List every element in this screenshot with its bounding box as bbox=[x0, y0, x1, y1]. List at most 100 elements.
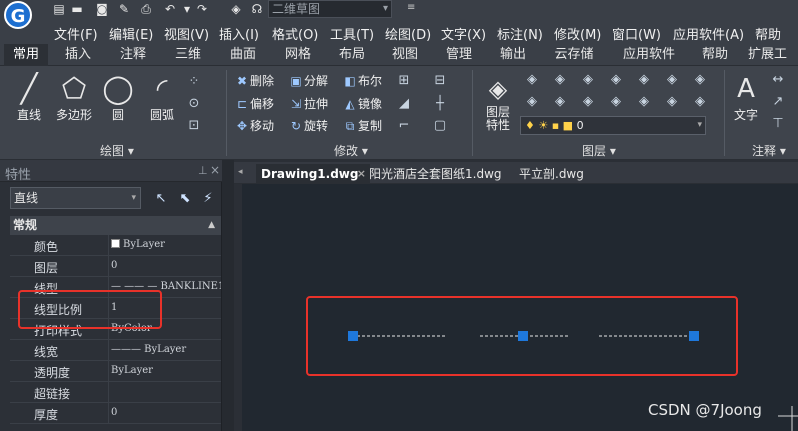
ellipse-icon[interactable]: ⊙ bbox=[186, 96, 202, 112]
tab-common[interactable]: 常用 bbox=[4, 44, 48, 66]
layer-select[interactable]: ♦ ☀ ▪ ■ 0 ▾ bbox=[520, 116, 706, 135]
leader-icon[interactable]: ↗ bbox=[770, 94, 786, 110]
copy-button[interactable]: ⧉ 复制 bbox=[342, 116, 382, 136]
section-general[interactable]: 常规 ▲ bbox=[10, 216, 221, 235]
tab-annotate[interactable]: 注释 bbox=[111, 44, 155, 66]
tab-insert[interactable]: 插入 bbox=[56, 44, 100, 66]
drawing-canvas[interactable] bbox=[242, 184, 798, 431]
line-tool-button[interactable]: ╱ 直线 bbox=[10, 72, 48, 123]
layer-off-icon[interactable]: ◈ bbox=[580, 72, 596, 88]
tab-3d[interactable]: 三维 bbox=[166, 44, 210, 66]
property-value[interactable]: ByColor bbox=[108, 319, 221, 339]
doc-tab-drawing1[interactable]: Drawing1.dwg × bbox=[256, 164, 370, 184]
mirror-button[interactable]: ◭ 镜像 bbox=[342, 94, 382, 114]
layer-properties-button[interactable]: ◈ 图层特性 bbox=[478, 72, 518, 132]
menu-dimension[interactable]: 标注(N) bbox=[497, 24, 543, 43]
property-row-transparency[interactable]: 透明度 ByLayer bbox=[10, 361, 221, 382]
rotate-button[interactable]: ↻ 旋转 bbox=[288, 116, 328, 136]
scale-icon[interactable]: ⊟ bbox=[432, 73, 448, 89]
fillet-icon[interactable]: ◢ bbox=[396, 96, 412, 112]
redo-icon[interactable]: ↷ bbox=[195, 2, 209, 16]
print-icon[interactable]: ⎙ bbox=[139, 2, 153, 16]
circle-tool-button[interactable]: ◯ 圆 bbox=[100, 72, 136, 123]
tab-mesh[interactable]: 网格 bbox=[276, 44, 320, 66]
grip-midpoint[interactable] bbox=[518, 331, 528, 341]
property-value[interactable]: ByLayer bbox=[108, 235, 221, 255]
grip-end[interactable] bbox=[689, 331, 699, 341]
layer-match-icon[interactable]: ◈ bbox=[664, 72, 680, 88]
annotation-panel-title[interactable]: 注释 ▾ bbox=[752, 142, 786, 159]
open-folder-icon[interactable]: ▬ bbox=[70, 2, 84, 16]
text-tool-button[interactable]: A 文字 bbox=[730, 72, 762, 123]
menu-insert[interactable]: 插入(I) bbox=[219, 24, 259, 43]
layer-walk-icon[interactable]: ◈ bbox=[692, 72, 708, 88]
tab-help[interactable]: 帮助 bbox=[693, 44, 737, 66]
layer-lock-icon[interactable]: ◈ bbox=[636, 72, 652, 88]
extend-icon[interactable]: ┼ bbox=[432, 96, 448, 112]
layers-panel-title[interactable]: 图层 ▾ bbox=[582, 142, 616, 159]
property-value[interactable]: — —— — BANKLINE1 bbox=[108, 277, 221, 297]
break-icon[interactable]: ▢ bbox=[432, 118, 448, 134]
toggle-pickadd-icon[interactable]: ↖ bbox=[152, 190, 170, 208]
property-row-linetype-scale[interactable]: 线型比例 1 bbox=[10, 298, 221, 319]
property-value[interactable] bbox=[108, 382, 221, 402]
layer-freeze-icon[interactable]: ◈ bbox=[608, 72, 624, 88]
menu-file[interactable]: 文件(F) bbox=[54, 24, 98, 43]
property-row-thickness[interactable]: 厚度 0 bbox=[10, 403, 221, 424]
property-row-lineweight[interactable]: 线宽 ——— ByLayer bbox=[10, 340, 221, 361]
object-type-select[interactable]: 直线 ▾ bbox=[10, 187, 141, 209]
tab-manage[interactable]: 管理 bbox=[437, 44, 481, 66]
tab-extend[interactable]: 扩展工 bbox=[748, 44, 798, 66]
property-value[interactable]: 0 bbox=[108, 403, 221, 423]
table-icon[interactable]: ⊤ bbox=[770, 116, 786, 132]
menu-modify[interactable]: 修改(M) bbox=[554, 24, 601, 43]
modify-panel-title[interactable]: 修改 ▾ bbox=[334, 142, 368, 159]
doc-tab-elevation[interactable]: 平立剖.dwg bbox=[514, 164, 596, 184]
property-row-hyperlink[interactable]: 超链接 bbox=[10, 382, 221, 403]
offset-button[interactable]: ⊏ 偏移 bbox=[234, 94, 274, 114]
property-row-layer[interactable]: 图层 0 bbox=[10, 256, 221, 277]
tab-output[interactable]: 输出 bbox=[491, 44, 535, 66]
layer-thaw-icon[interactable]: ◈ bbox=[608, 94, 624, 110]
move-button[interactable]: ✥ 移动 bbox=[234, 116, 274, 136]
layer-merge-icon[interactable]: ◈ bbox=[692, 94, 708, 110]
property-value[interactable]: 1 bbox=[108, 298, 221, 318]
layer-state-icon[interactable]: ◈ bbox=[524, 72, 540, 88]
layer-previous-icon[interactable]: ◈ bbox=[524, 94, 540, 110]
property-row-linetype[interactable]: 线型 — —— — BANKLINE1 bbox=[10, 277, 221, 298]
menu-view[interactable]: 视图(V) bbox=[164, 24, 209, 43]
tab-apps[interactable]: 应用软件 bbox=[612, 44, 686, 66]
layer-current-icon[interactable]: ◈ bbox=[664, 94, 680, 110]
dimension-icon[interactable]: ↔ bbox=[770, 72, 786, 88]
save-icon[interactable]: ◙ bbox=[95, 2, 109, 16]
save-as-icon[interactable]: ✎ bbox=[117, 2, 131, 16]
select-objects-icon[interactable]: ⬉ bbox=[176, 190, 194, 208]
palette-splitter[interactable] bbox=[222, 160, 234, 431]
menu-help[interactable]: 帮助 bbox=[755, 24, 781, 43]
hatch-icon[interactable]: ⊡ bbox=[186, 118, 202, 134]
property-row-color[interactable]: 颜色 ByLayer bbox=[10, 235, 221, 256]
layer-on-icon[interactable]: ◈ bbox=[580, 94, 596, 110]
explode-button[interactable]: ▣ 分解 bbox=[288, 71, 328, 91]
menu-window[interactable]: 窗口(W) bbox=[612, 24, 661, 43]
polygon-tool-button[interactable]: ⬠ 多边形 bbox=[52, 72, 96, 123]
tab-scroll-left-icon[interactable]: ◂ bbox=[238, 167, 243, 177]
arc-tool-button[interactable]: ◜ 圆弧 bbox=[142, 72, 182, 123]
draw-panel-title[interactable]: 绘图 ▾ bbox=[100, 142, 134, 159]
layer-isolate-icon[interactable]: ◈ bbox=[552, 72, 568, 88]
doc-tab-hotel[interactable]: 阳光酒店全套图纸1.dwg bbox=[364, 164, 512, 184]
tab-cloud[interactable]: 云存储 bbox=[545, 44, 603, 66]
pin-icon[interactable]: ⊥ bbox=[198, 164, 208, 177]
app-logo[interactable]: G bbox=[4, 1, 32, 29]
menu-format[interactable]: 格式(O) bbox=[272, 24, 318, 43]
grip-start[interactable] bbox=[348, 331, 358, 341]
menu-tools[interactable]: 工具(T) bbox=[330, 24, 374, 43]
menu-text[interactable]: 文字(X) bbox=[441, 24, 486, 43]
undo-dropdown-icon[interactable]: ▾ bbox=[180, 2, 194, 16]
erase-button[interactable]: ✖ 删除 bbox=[234, 71, 274, 91]
layer-unisolate-icon[interactable]: ◈ bbox=[552, 94, 568, 110]
property-row-plot-style[interactable]: 打印样式 ByColor bbox=[10, 319, 221, 340]
property-value[interactable]: ——— ByLayer bbox=[108, 340, 221, 360]
tab-view[interactable]: 视图 bbox=[383, 44, 427, 66]
menu-apps[interactable]: 应用软件(A) bbox=[673, 24, 744, 43]
